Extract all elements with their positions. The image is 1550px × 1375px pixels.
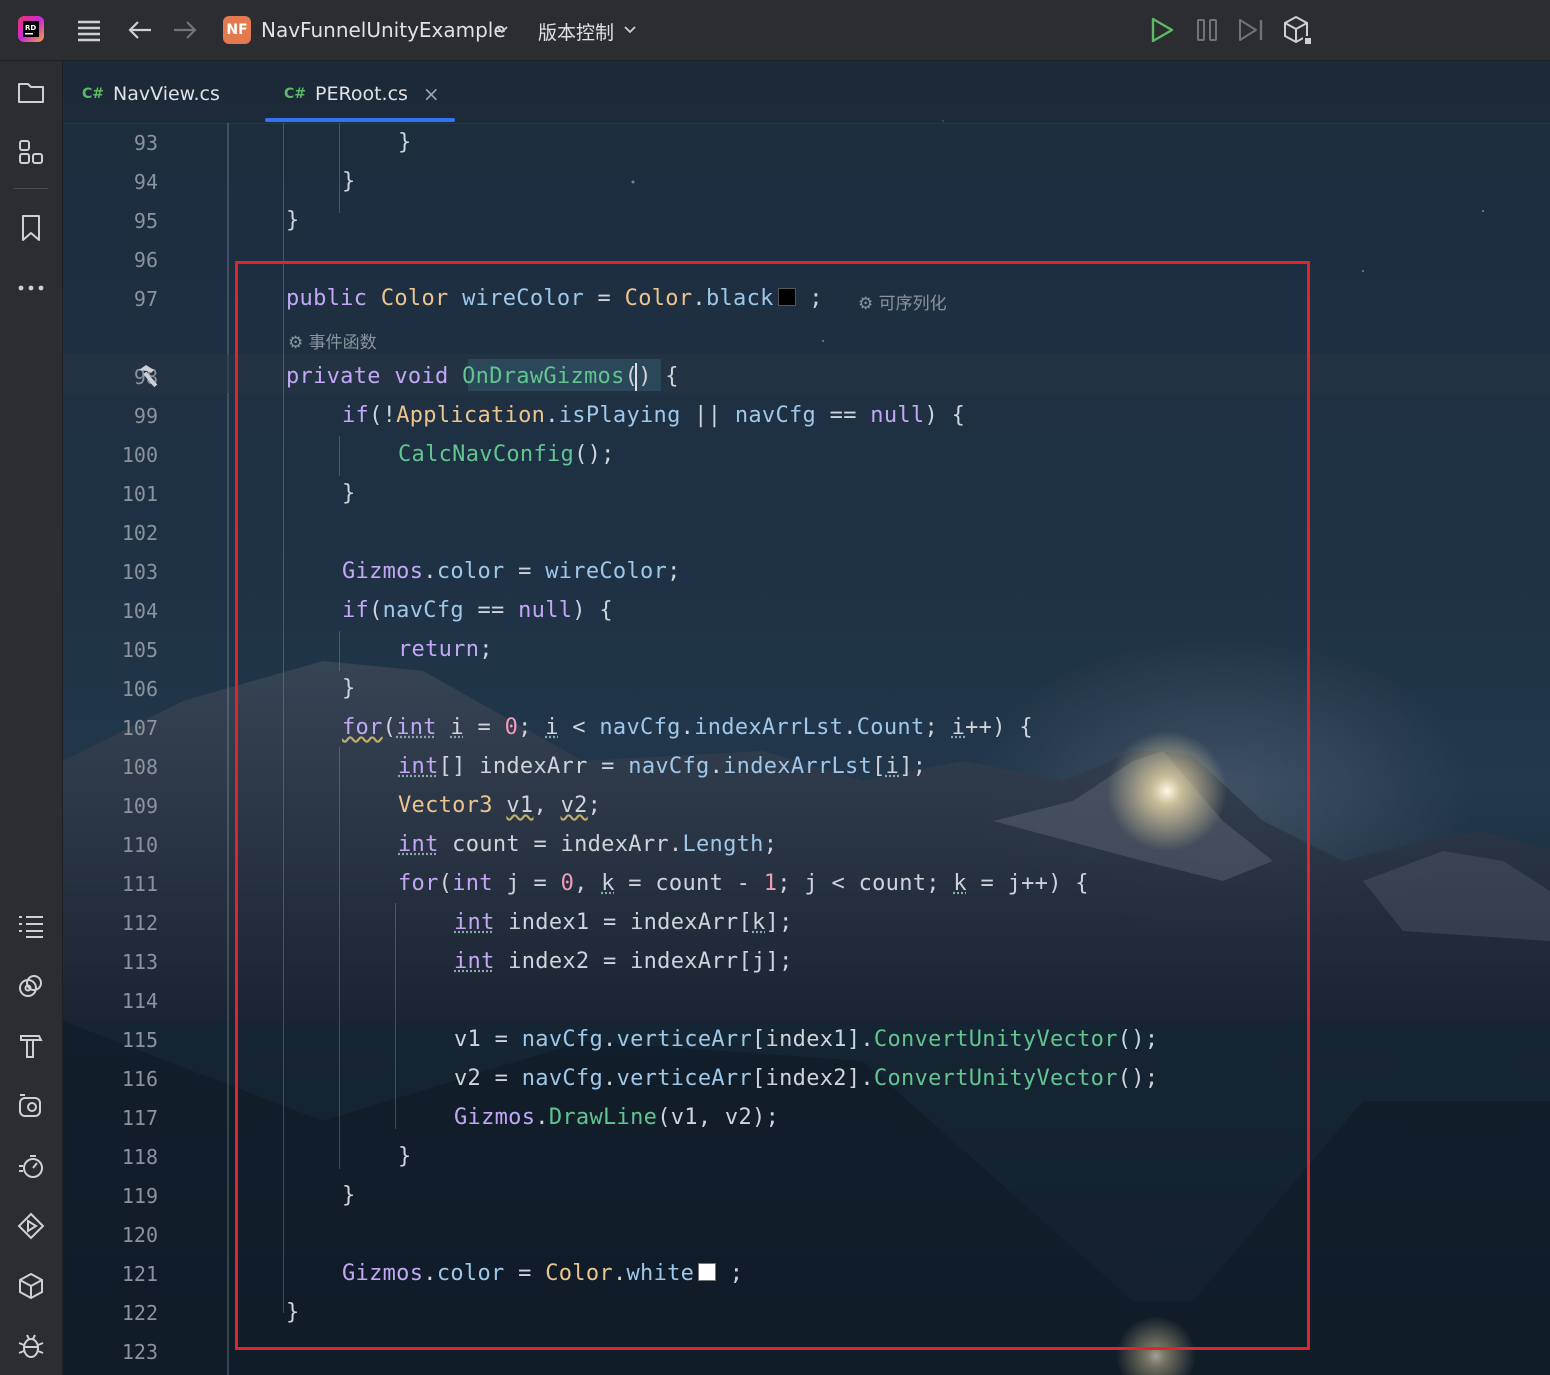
line-number: 110 (121, 833, 158, 857)
code-editor[interactable]: C# NavView.cs C# PERoot.cs × 93 } 94 } 9… (63, 61, 1550, 1375)
line-number: 105 (121, 638, 158, 662)
line-number: 95 (133, 209, 158, 233)
project-badge[interactable]: NF (223, 16, 251, 44)
line-number: 114 (121, 989, 158, 1013)
forward-icon[interactable] (171, 16, 199, 44)
svg-text:RD: RD (25, 24, 36, 32)
line-number: 117 (121, 1106, 158, 1130)
tool-window-strip (0, 61, 63, 1375)
vcs-menu[interactable]: 版本控制 (538, 18, 614, 45)
line-number: 112 (121, 911, 158, 935)
rider-logo-icon[interactable]: RD (16, 14, 46, 44)
tab-peroot[interactable]: C# PERoot.cs × (284, 79, 440, 109)
project-name[interactable]: NavFunnelUnityExample (261, 18, 506, 42)
tab-label: NavView.cs (113, 83, 220, 105)
profiler-icon[interactable] (16, 1151, 46, 1181)
code-text: } (398, 130, 412, 155)
build-hammer-icon[interactable] (16, 1031, 46, 1061)
tab-navview[interactable]: C# NavView.cs (82, 79, 220, 109)
line-number: 119 (121, 1184, 158, 1208)
step-icon[interactable] (1235, 15, 1267, 45)
hammer-icon[interactable] (136, 363, 164, 393)
line-number: 99 (133, 404, 158, 428)
line-number: 120 (121, 1223, 158, 1247)
csharp-file-icon: C# (284, 86, 307, 102)
unity-explorer-icon[interactable] (16, 1091, 46, 1121)
line-number: 93 (133, 131, 158, 155)
line-number: 121 (121, 1262, 158, 1286)
bookmark-icon[interactable] (16, 213, 46, 243)
line-number: 107 (121, 716, 158, 740)
tab-label: PERoot.cs (315, 83, 408, 105)
project-chevron-down-icon[interactable] (494, 22, 510, 38)
unity-icon[interactable] (16, 1271, 46, 1301)
line-number: 109 (121, 794, 158, 818)
code-line: 95 } (63, 201, 1550, 240)
line-number: 104 (121, 599, 158, 623)
code-text: } (342, 169, 356, 194)
line-number: 106 (121, 677, 158, 701)
more-icon[interactable] (16, 273, 46, 303)
line-number: 100 (121, 443, 158, 467)
back-icon[interactable] (126, 16, 154, 44)
run-icon[interactable] (16, 1211, 46, 1241)
line-number: 101 (121, 482, 158, 506)
code-line: 94 } (63, 162, 1550, 201)
line-number: 116 (121, 1067, 158, 1091)
code-line: 93 } (63, 123, 1550, 162)
line-number: 102 (121, 521, 158, 545)
title-bar: RD NF NavFunnelUnityExample 版本控制 (0, 0, 1550, 61)
structure-icon[interactable] (16, 137, 46, 167)
folder-icon[interactable] (16, 77, 46, 107)
line-number: 115 (121, 1028, 158, 1052)
code-text: } (286, 208, 300, 233)
pause-icon[interactable] (1192, 15, 1222, 45)
line-number: 111 (121, 872, 158, 896)
active-tab-indicator (265, 118, 455, 122)
services-icon[interactable] (16, 971, 46, 1001)
vcs-chevron-down-icon[interactable] (622, 22, 638, 38)
line-number: 122 (121, 1301, 158, 1325)
highlight-annotation-box (235, 261, 1310, 1350)
line-number: 96 (133, 248, 158, 272)
main-menu-icon[interactable] (74, 15, 104, 45)
line-number: 103 (121, 560, 158, 584)
todo-list-icon[interactable] (16, 911, 46, 941)
debug-bug-icon[interactable] (16, 1331, 46, 1361)
line-number: 94 (133, 170, 158, 194)
csharp-file-icon: C# (82, 86, 105, 102)
line-number: 118 (121, 1145, 158, 1169)
line-number: 113 (121, 950, 158, 974)
play-icon[interactable] (1147, 15, 1177, 45)
unity-attach-icon[interactable] (1281, 14, 1313, 46)
line-number: 108 (121, 755, 158, 779)
strip-divider (14, 188, 48, 189)
editor-tab-bar: C# NavView.cs C# PERoot.cs × (63, 61, 1550, 124)
tab-close-icon[interactable]: × (423, 82, 440, 106)
line-number: 97 (133, 287, 158, 311)
line-number: 123 (121, 1340, 158, 1364)
